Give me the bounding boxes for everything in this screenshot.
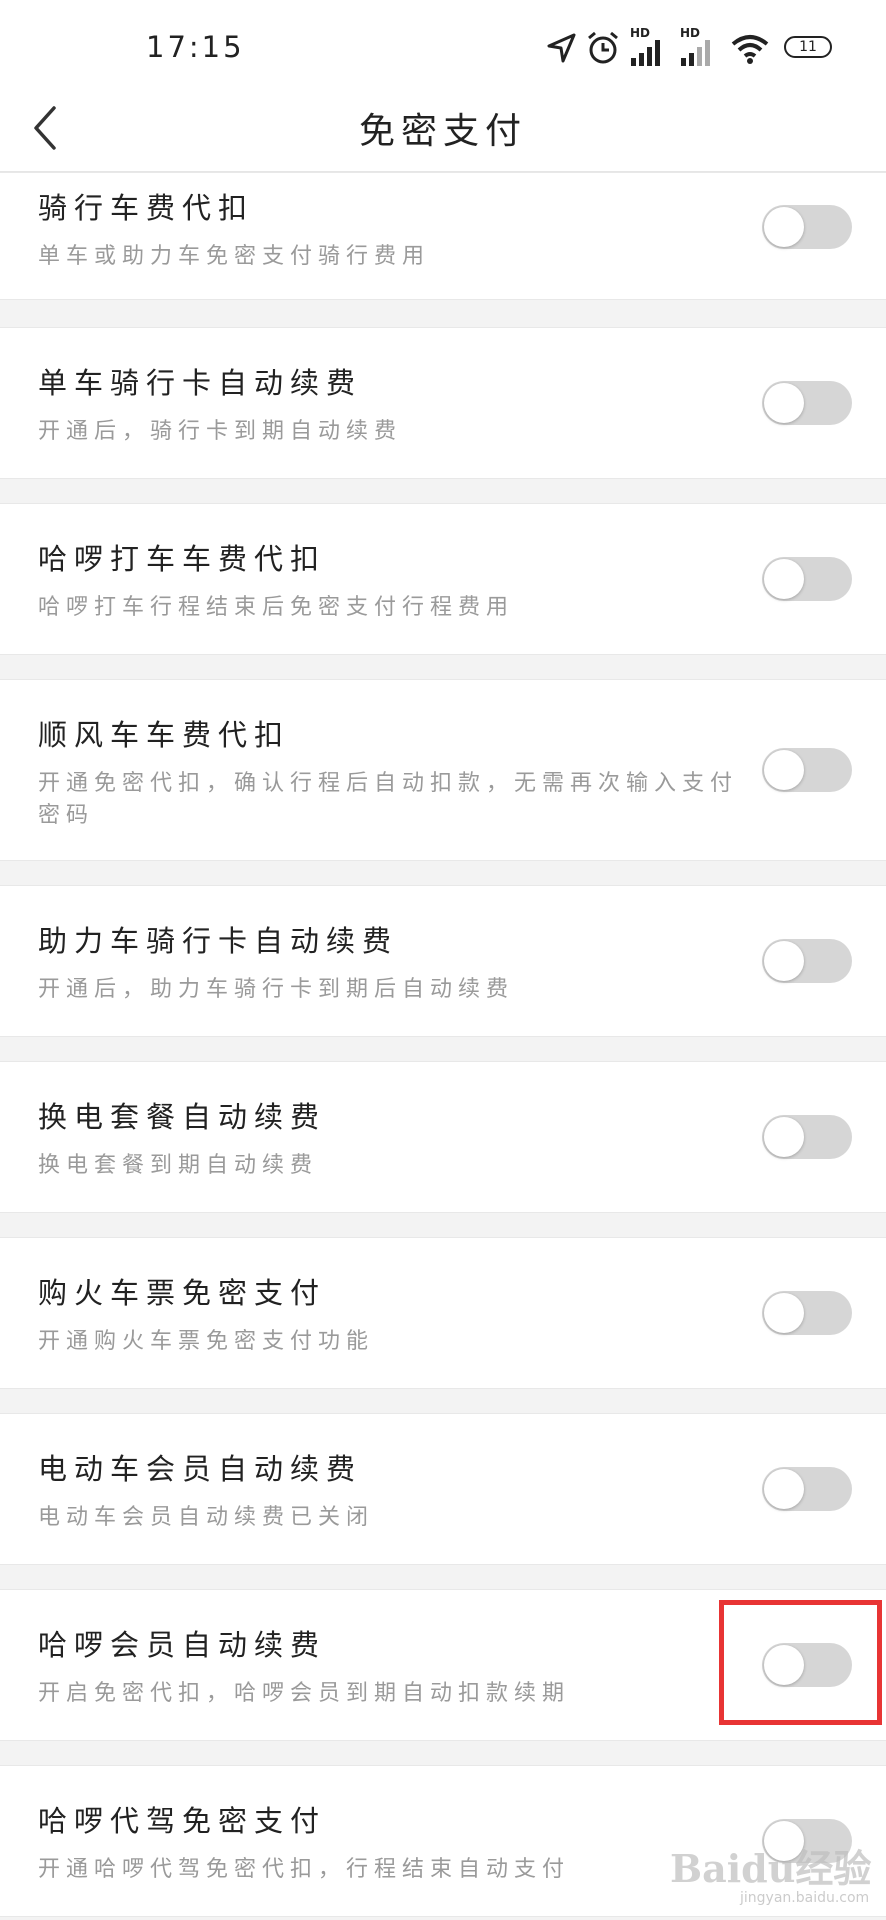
item-title: 骑行车费代扣 xyxy=(38,191,255,225)
navigation-bar: 免密支付 xyxy=(0,90,886,172)
toggle-switch[interactable] xyxy=(762,205,852,249)
item-subtitle: 开启免密代扣，哈啰会员到期自动扣款续期 xyxy=(38,1681,571,1706)
item-subtitle: 开通哈啰代驾免密代扣，行程结束自动支付 xyxy=(38,1857,571,1882)
location-icon xyxy=(547,33,576,63)
toggle-knob xyxy=(764,1293,804,1333)
item-subtitle: 开通购火车票免密支付功能 xyxy=(38,1329,375,1354)
page-title: 免密支付 xyxy=(358,111,527,152)
item-title: 电动车会员自动续费 xyxy=(38,1452,363,1486)
toggle-switch[interactable] xyxy=(762,1467,852,1511)
list-item-ebike-card-renew: 助力车骑行卡自动续费 开通后，助力车骑行卡到期后自动续费 xyxy=(0,885,886,1037)
signal-icon-1 xyxy=(631,40,660,66)
toggle-switch[interactable] xyxy=(762,1291,852,1335)
toggle-switch[interactable] xyxy=(762,557,852,601)
toggle-switch[interactable] xyxy=(762,939,852,983)
item-subtitle: 开通免密代扣，确认行程后自动扣款，无需再次输入支付密码 xyxy=(38,771,739,828)
item-title: 单车骑行卡自动续费 xyxy=(38,366,363,400)
wifi-icon xyxy=(731,35,769,64)
battery-icon: 11 xyxy=(784,36,832,58)
highlight-box xyxy=(719,1600,882,1725)
watermark-url: jingyan.baidu.com xyxy=(740,1890,870,1906)
list-item-bike-card-renew: 单车骑行卡自动续费 开通后，骑行卡到期自动续费 xyxy=(0,327,886,479)
list-item-train-ticket: 购火车票免密支付 开通购火车票免密支付功能 xyxy=(0,1237,886,1389)
toggle-knob xyxy=(764,750,804,790)
toggle-knob xyxy=(764,559,804,599)
list-item-ev-member-renew: 电动车会员自动续费 电动车会员自动续费已关闭 xyxy=(0,1413,886,1565)
item-title: 顺风车车费代扣 xyxy=(38,718,291,752)
item-subtitle: 单车或助力车免密支付骑行费用 xyxy=(38,244,431,269)
toggle-knob xyxy=(764,1117,804,1157)
toggle-switch[interactable] xyxy=(762,748,852,792)
item-title: 助力车骑行卡自动续费 xyxy=(38,924,399,958)
status-bar: 17:15 HD HD 11 xyxy=(0,0,886,90)
item-subtitle: 开通后，助力车骑行卡到期后自动续费 xyxy=(38,977,515,1002)
item-subtitle: 开通后，骑行卡到期自动续费 xyxy=(38,419,403,444)
item-title: 哈啰代驾免密支付 xyxy=(38,1804,327,1838)
list-item-carpool-fee: 顺风车车费代扣 开通免密代扣，确认行程后自动扣款，无需再次输入支付密码 xyxy=(0,679,886,861)
battery-level: 11 xyxy=(799,39,817,55)
item-title: 哈啰打车车费代扣 xyxy=(38,542,327,576)
item-subtitle: 换电套餐到期自动续费 xyxy=(38,1153,319,1178)
toggle-switch[interactable] xyxy=(762,1115,852,1159)
alarm-icon xyxy=(588,31,618,64)
status-time: 17:15 xyxy=(146,30,245,64)
item-title: 哈啰会员自动续费 xyxy=(38,1628,327,1662)
watermark-logo: Baidu经验 xyxy=(670,1846,872,1891)
list-item-ride-fee: 骑行车费代扣 单车或助力车免密支付骑行费用 xyxy=(0,172,886,300)
list-item-battery-swap-renew: 换电套餐自动续费 换电套餐到期自动续费 xyxy=(0,1061,886,1213)
toggle-knob xyxy=(764,207,804,247)
item-title: 购火车票免密支付 xyxy=(38,1276,327,1310)
item-title: 换电套餐自动续费 xyxy=(38,1100,327,1134)
toggle-knob xyxy=(764,383,804,423)
item-subtitle: 电动车会员自动续费已关闭 xyxy=(38,1505,375,1530)
toggle-knob xyxy=(764,941,804,981)
item-subtitle: 哈啰打车行程结束后免密支付行程费用 xyxy=(38,595,515,620)
toggle-switch[interactable] xyxy=(762,381,852,425)
signal-icon-2 xyxy=(681,40,710,66)
toggle-knob xyxy=(764,1469,804,1509)
list-item-taxi-fee: 哈啰打车车费代扣 哈啰打车行程结束后免密支付行程费用 xyxy=(0,503,886,655)
